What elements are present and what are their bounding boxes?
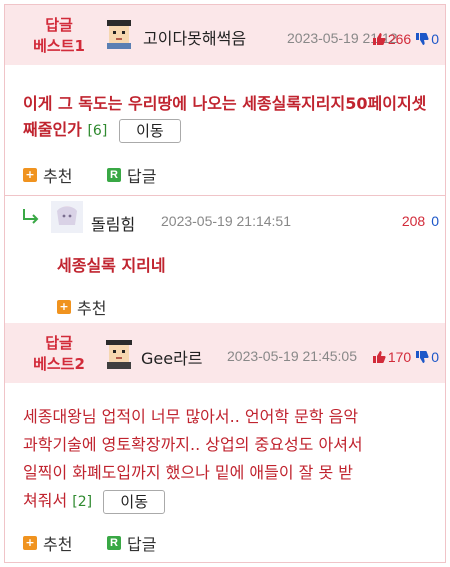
- best-comment-1-header: 답글 베스트1 고이다못해썩음 2023-05-19 21:12 266 0: [5, 5, 445, 65]
- comment-datetime: 2023-05-19 21:45:05: [227, 348, 357, 364]
- comment-text-line: 쳐줘서 [2] 이동: [23, 487, 439, 516]
- thumb-up-icon[interactable]: [372, 32, 386, 46]
- reply-arrow-icon: [23, 209, 39, 224]
- reply-r-icon: R: [107, 168, 121, 182]
- comment-body: 이게 그 독도는 우리땅에 나오는 세종실록지리지50페이지셋째줄인가 [6] …: [23, 91, 439, 144]
- reply-r-icon: R: [107, 536, 121, 550]
- comment-text-line: 세종대왕님 업적이 너무 많아서.. 언어학 문학 음악: [23, 407, 359, 426]
- comment-list: 답글 베스트1 고이다못해썩음 2023-05-19 21:12 266 0 이…: [4, 4, 446, 563]
- comment-datetime: 2023-05-19 21:14:51: [161, 213, 291, 229]
- comment-text: 이게 그 독도는 우리땅에 나오는 세종실록지리지50페이지셋째줄인가: [23, 94, 427, 139]
- best-badge-label: 답글: [45, 334, 73, 352]
- best-comment-2-header: 답글 베스트2 Gee라르 2023-05-19 21:45:05 170 0: [5, 323, 445, 383]
- plus-icon: +: [23, 168, 37, 182]
- divider: [5, 195, 445, 196]
- upvote-count: 266: [387, 31, 412, 47]
- comment-author[interactable]: 돌림힘: [91, 211, 135, 235]
- avatar[interactable]: [103, 337, 135, 369]
- thumb-down-icon[interactable]: [415, 350, 429, 364]
- comment-text: 세종실록 지리네: [57, 256, 166, 275]
- upvote-count: 208: [401, 213, 426, 229]
- recommend-button[interactable]: + 추천: [23, 163, 72, 187]
- downvote-count: 0: [431, 31, 439, 47]
- move-button[interactable]: 이동: [103, 489, 166, 514]
- comment-text-line: 일찍이 화폐도입까지 했으나 밑에 애들이 잘 못 받: [23, 463, 354, 482]
- reply-count: [6]: [87, 123, 108, 139]
- vote-counts: 266 0: [372, 31, 439, 47]
- best-badge-1: 답글 베스트1: [19, 15, 99, 57]
- vote-counts: 170 0: [372, 349, 439, 365]
- reply-label: 답글: [127, 535, 157, 554]
- recommend-label: 추천: [43, 535, 73, 554]
- avatar[interactable]: [51, 201, 83, 233]
- best-badge-rank: 베스트2: [33, 355, 85, 373]
- comment-text-line: 과학기술에 영토확장까지.. 상업의 중요성도 아셔서: [23, 435, 363, 454]
- comment-text: 쳐줘서: [23, 491, 68, 510]
- reply-button[interactable]: R 답글: [107, 531, 156, 555]
- comment-author[interactable]: Gee라르: [141, 345, 203, 369]
- recommend-button[interactable]: + 추천: [57, 295, 106, 319]
- recommend-label: 추천: [77, 299, 107, 318]
- downvote-count: 0: [431, 349, 439, 365]
- upvote-count: 170: [387, 349, 412, 365]
- comment-body: 세종대왕님 업적이 너무 많아서.. 언어학 문학 음악 과학기술에 영토확장까…: [23, 403, 439, 516]
- move-button[interactable]: 이동: [118, 118, 181, 143]
- reply-label: 답글: [127, 167, 157, 186]
- recommend-button[interactable]: + 추천: [23, 531, 72, 555]
- vote-counts: 208 0: [400, 213, 439, 229]
- reply-count: [2]: [72, 494, 93, 510]
- plus-icon: +: [23, 536, 37, 550]
- comment-author[interactable]: 고이다못해썩음: [143, 25, 246, 49]
- downvote-count: 0: [431, 213, 439, 229]
- recommend-label: 추천: [43, 167, 73, 186]
- best-badge-label: 답글: [45, 16, 73, 34]
- thumb-up-icon[interactable]: [372, 350, 386, 364]
- comment-body: 세종실록 지리네: [57, 253, 437, 279]
- best-badge-2: 답글 베스트2: [19, 333, 99, 375]
- best-badge-rank: 베스트1: [33, 37, 85, 55]
- avatar[interactable]: [103, 17, 135, 49]
- plus-icon: +: [57, 300, 71, 314]
- thumb-down-icon[interactable]: [415, 32, 429, 46]
- reply-button[interactable]: R 답글: [107, 163, 156, 187]
